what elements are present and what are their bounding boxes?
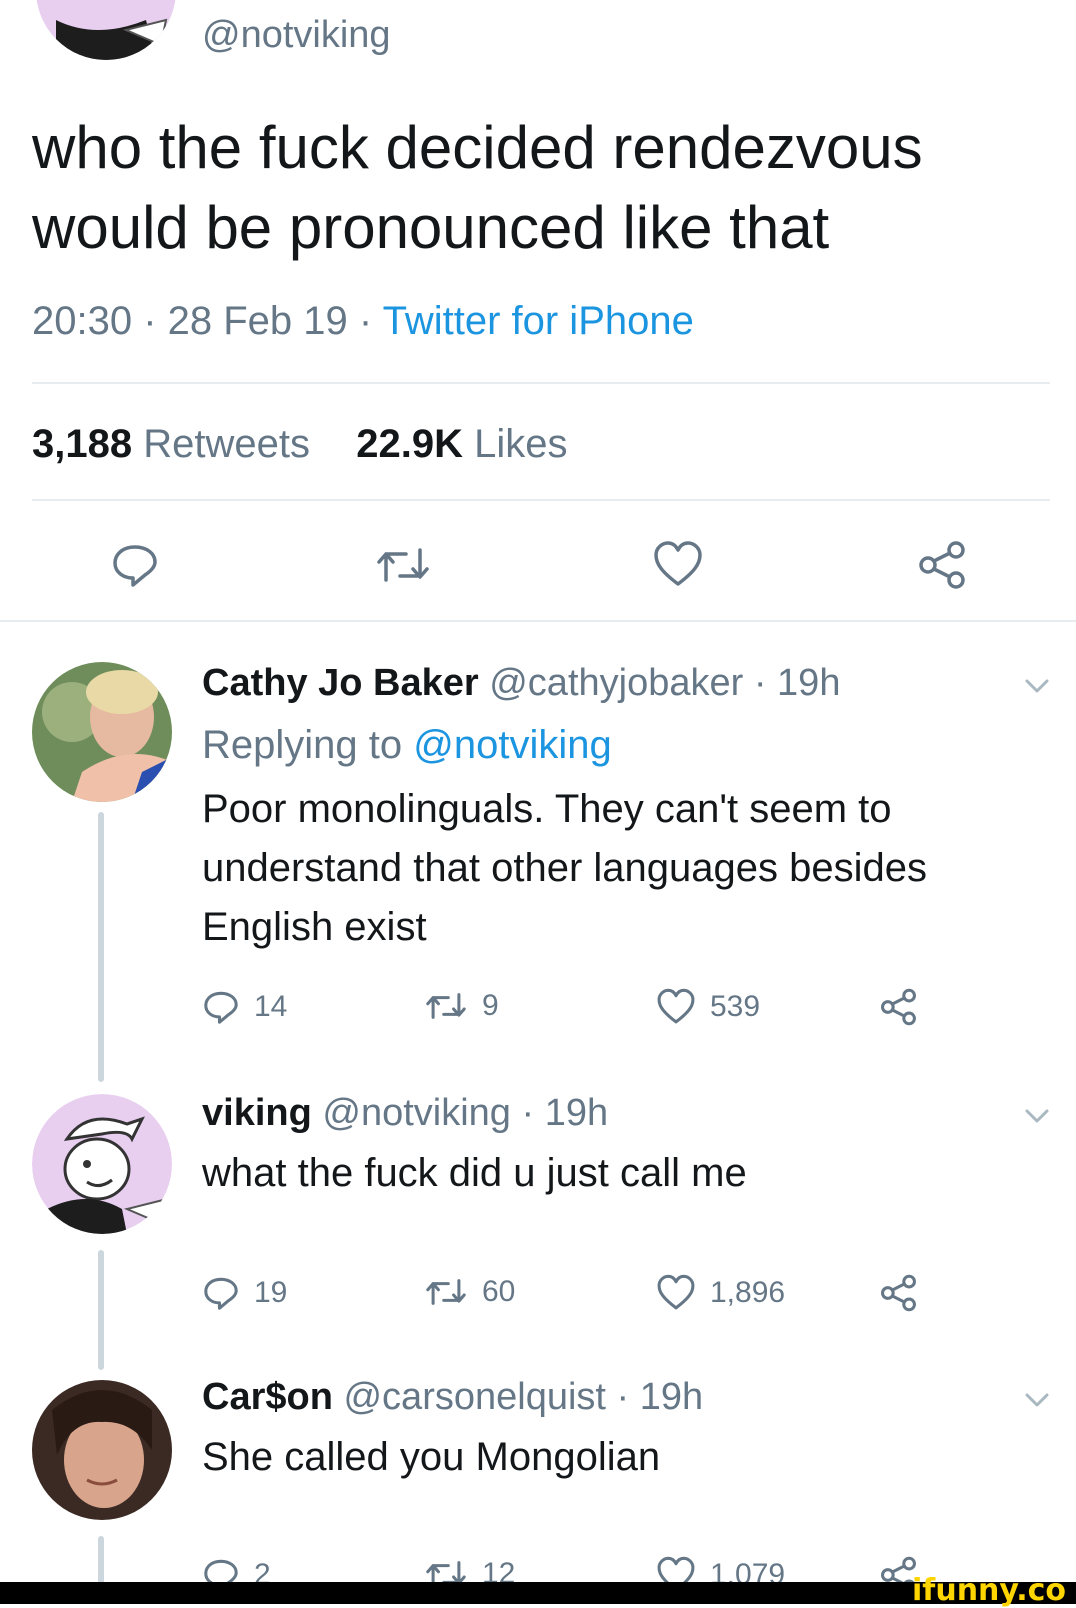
retweets-count: 3,188: [32, 422, 133, 466]
tweet-text-line-1: who the fuck decided rendezvous: [32, 114, 923, 181]
reply-text-line-2: understand that other languages besides: [202, 846, 927, 890]
like-action[interactable]: 539: [656, 988, 760, 1025]
reply-header: viking @notviking · 19h: [202, 1090, 608, 1136]
reply-count: 19: [254, 1276, 288, 1309]
share-icon[interactable]: [918, 540, 970, 590]
retweet-count: 60: [482, 1275, 516, 1308]
retweet-action[interactable]: 60: [424, 1274, 515, 1310]
chevron-down-icon[interactable]: [1024, 1108, 1050, 1129]
reply-avatar[interactable]: [32, 662, 172, 802]
like-count: 539: [710, 989, 761, 1023]
like-icon: [656, 1274, 696, 1311]
reply-text-line-1: Poor monolinguals. They can't seem to: [202, 787, 892, 831]
display-name[interactable]: viking: [202, 1092, 312, 1134]
tweet-stats: 3,188 Retweets 22.9K Likes: [32, 420, 568, 468]
reply-text-line-1: She called you Mongolian: [202, 1435, 661, 1479]
watermark: ifunny.co: [912, 1573, 1066, 1608]
reply-avatar[interactable]: [32, 1380, 172, 1520]
user-handle[interactable]: @carsonelquist: [343, 1376, 605, 1418]
replying-to-link[interactable]: @notviking: [413, 723, 611, 767]
retweet-action[interactable]: 9: [424, 988, 499, 1024]
reply-header: Car$on @carsonelquist · 19h: [202, 1374, 703, 1420]
likes-stat[interactable]: 22.9K Likes: [356, 422, 567, 466]
tweet-source-link[interactable]: Twitter for iPhone: [383, 299, 694, 343]
reply-action[interactable]: 14: [202, 988, 287, 1026]
divider: [32, 382, 1050, 384]
reply-avatar[interactable]: [32, 1094, 172, 1234]
reply-icon[interactable]: [110, 540, 160, 590]
tweet-text-line-2: would be pronounced like that: [32, 194, 830, 261]
share-icon[interactable]: [880, 988, 920, 1026]
retweet-icon: [424, 988, 468, 1024]
chevron-down-icon[interactable]: [1024, 1392, 1050, 1413]
tweet-timestamp: 20:30 · 28 Feb 19 ·: [32, 299, 383, 343]
retweet-icon[interactable]: [374, 542, 432, 588]
author-avatar[interactable]: [36, 0, 176, 60]
like-action[interactable]: 1,896: [656, 1274, 785, 1311]
share-icon[interactable]: [880, 1274, 920, 1312]
display-name[interactable]: Cathy Jo Baker: [202, 662, 479, 704]
thread-line: [98, 1250, 104, 1370]
reply-text-line-3: English exist: [202, 905, 427, 949]
retweets-label: Retweets: [143, 422, 310, 466]
reply-time: · 19h: [605, 1376, 704, 1418]
tweet-meta: 20:30 · 28 Feb 19 · Twitter for iPhone: [32, 297, 694, 345]
replying-to-prefix: Replying to: [202, 723, 414, 767]
reply-action[interactable]: 19: [202, 1274, 287, 1312]
like-icon: [656, 988, 696, 1025]
user-handle[interactable]: @cathyjobaker: [489, 662, 743, 704]
reply-icon: [202, 1274, 240, 1312]
divider: [0, 620, 1076, 622]
reply-count: 14: [254, 990, 288, 1023]
thread-line: [98, 812, 104, 1082]
retweet-icon: [424, 1274, 468, 1310]
watermark-bar: ifunny.co: [0, 1574, 1076, 1608]
reply-icon: [202, 988, 240, 1026]
reply-time: · 19h: [743, 662, 841, 704]
retweet-count: 9: [482, 989, 499, 1022]
like-count: 1,896: [710, 1275, 786, 1309]
divider: [32, 499, 1050, 501]
like-icon[interactable]: [652, 540, 704, 588]
chevron-down-icon[interactable]: [1024, 678, 1050, 699]
display-name[interactable]: Car$on: [202, 1376, 333, 1418]
author-handle[interactable]: @notviking: [202, 12, 391, 58]
reply-header: Cathy Jo Baker @cathyjobaker · 19h: [202, 660, 840, 706]
retweets-stat[interactable]: 3,188 Retweets: [32, 422, 321, 466]
reply-text-line-1: what the fuck did u just call me: [202, 1151, 747, 1195]
likes-count: 22.9K: [356, 422, 463, 466]
replying-to: Replying to @notviking: [202, 722, 612, 768]
reply-time: · 19h: [510, 1092, 609, 1134]
user-handle[interactable]: @notviking: [322, 1092, 511, 1134]
likes-label: Likes: [474, 422, 568, 466]
